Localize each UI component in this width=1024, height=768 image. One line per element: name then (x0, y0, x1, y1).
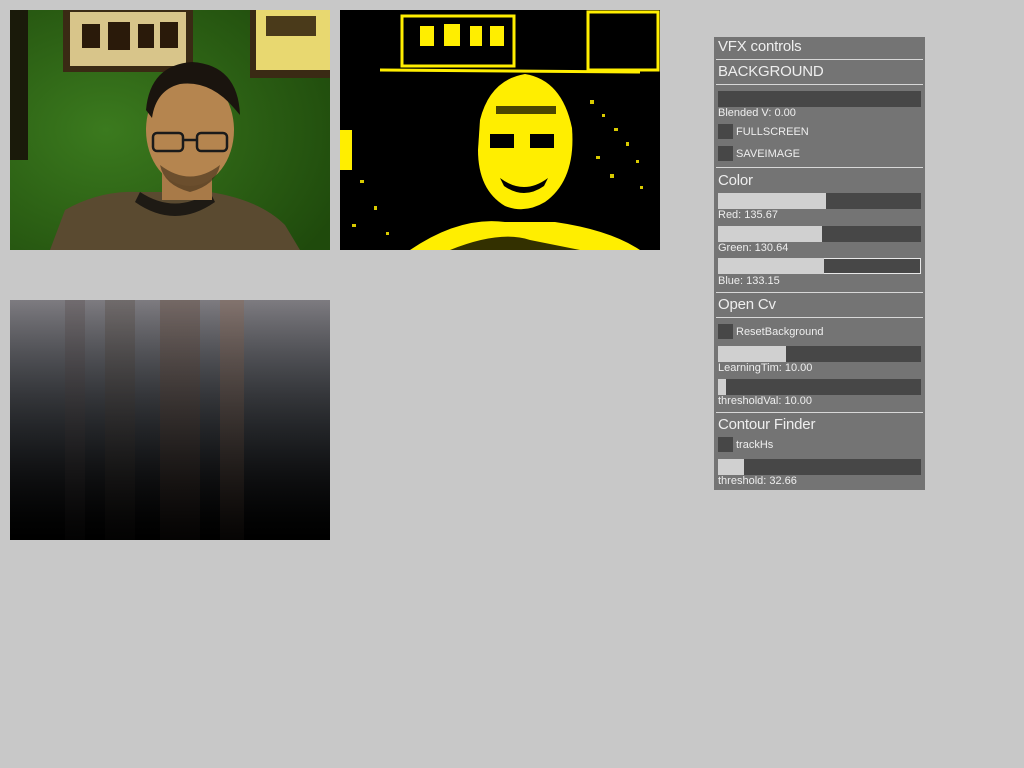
section-title-background[interactable]: BACKGROUND (718, 63, 824, 81)
red-slider-label: Red: 135.67 (718, 209, 778, 221)
green-slider[interactable] (718, 226, 921, 242)
slider-fill (718, 379, 727, 395)
blue-slider-label: Blue: 133.15 (718, 275, 780, 287)
threshold-image (340, 10, 660, 250)
toggle-box[interactable] (718, 437, 733, 452)
slider-fill (718, 258, 824, 274)
threshold-val-slider-label: thresholdVal: 10.00 (718, 395, 812, 407)
red-slider[interactable] (718, 193, 921, 209)
learning-time-slider-label: LearningTim: 10.00 (718, 362, 813, 374)
toggle-box[interactable] (718, 146, 733, 161)
contour-threshold-slider-label: threshold: 32.66 (718, 475, 797, 487)
webcam-feed-view (10, 10, 330, 250)
blended-slider-label: Blended V: 0.00 (718, 107, 796, 119)
background-image (10, 300, 330, 540)
divider (716, 317, 923, 318)
slider-fill (718, 459, 744, 475)
reset-background-label: ResetBackground (736, 326, 824, 338)
slider-fill (718, 193, 826, 209)
panel-title[interactable]: VFX controls (718, 38, 802, 56)
saveimage-label: SAVEIMAGE (736, 148, 800, 160)
divider (716, 167, 923, 168)
fullscreen-label: FULLSCREEN (736, 126, 809, 138)
toggle-box[interactable] (718, 124, 733, 139)
blue-slider[interactable] (718, 258, 921, 274)
learning-time-slider[interactable] (718, 346, 921, 362)
slider-fill (718, 226, 822, 242)
divider (716, 412, 923, 413)
green-slider-label: Green: 130.64 (718, 242, 789, 254)
divider (716, 292, 923, 293)
divider (716, 84, 923, 85)
toggle-box[interactable] (718, 324, 733, 339)
section-title-contour-finder[interactable]: Contour Finder (718, 416, 815, 434)
webcam-image (10, 10, 330, 250)
learned-background-view (10, 300, 330, 540)
track-hs-label: trackHs (736, 439, 774, 451)
section-title-color[interactable]: Color (718, 172, 753, 190)
slider-fill (718, 346, 786, 362)
threshold-feed-view (340, 10, 660, 250)
vfx-controls-panel: VFX controls BACKGROUND Blended V: 0.00 … (714, 37, 925, 490)
section-title-opencv[interactable]: Open Cv (718, 296, 776, 314)
contour-threshold-slider[interactable] (718, 459, 921, 475)
blended-slider[interactable] (718, 91, 921, 107)
threshold-val-slider[interactable] (718, 379, 921, 395)
divider (716, 59, 923, 60)
